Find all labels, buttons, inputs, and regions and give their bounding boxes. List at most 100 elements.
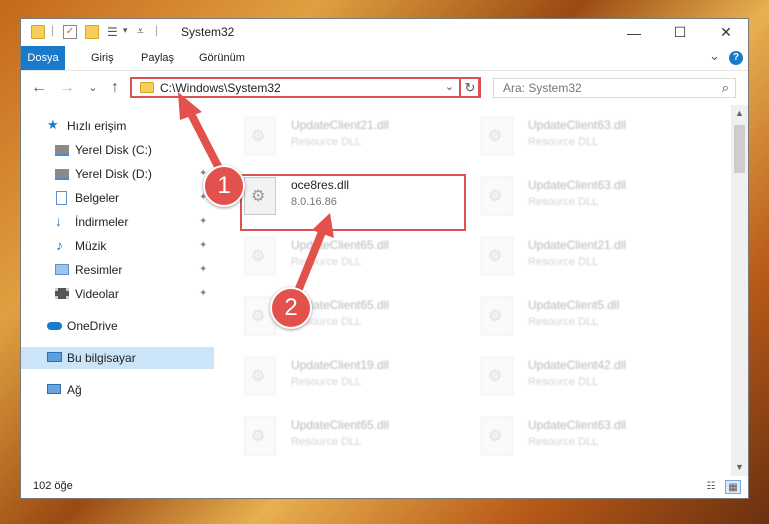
list-item[interactable]: ⚙ UpdateClient21.dll Resource DLL xyxy=(481,235,691,279)
dll-file-icon: ⚙ xyxy=(481,357,513,395)
close-button[interactable]: ✕ xyxy=(703,19,749,46)
refresh-button[interactable]: ↻ xyxy=(459,77,481,98)
view-options-dropdown-icon[interactable]: ▾ xyxy=(123,25,128,36)
sidebar-item-onedrive[interactable]: OneDrive xyxy=(21,315,214,337)
navigation-pane: ★ Hızlı erişim Yerel Disk (C:) Yerel Dis… xyxy=(21,105,214,475)
window-title: System32 xyxy=(181,25,235,39)
list-item[interactable]: ⚙ UpdateClient63.dll Resource DLL xyxy=(481,175,691,219)
details-view-icon[interactable]: ☷ xyxy=(703,480,719,494)
dll-file-icon: ⚙ xyxy=(244,237,276,275)
sidebar-item-local-disk-d[interactable]: Yerel Disk (D:) ✦ xyxy=(21,163,214,185)
scroll-thumb[interactable] xyxy=(734,125,745,173)
list-item[interactable]: ⚙ UpdateClient19.dll Resource DLL xyxy=(244,355,454,399)
documents-icon xyxy=(56,191,67,205)
list-item[interactable]: ⚙ UpdateClient21.dll Resource DLL xyxy=(244,115,454,159)
file-type: Resource DLL xyxy=(291,256,362,268)
status-bar: 102 öğe ☷ ▦ xyxy=(21,476,748,498)
large-icons-view-icon[interactable]: ▦ xyxy=(725,480,741,494)
back-button[interactable]: ← xyxy=(29,78,49,98)
list-item[interactable]: ⚙ UpdateClient63.dll Resource DLL xyxy=(481,115,691,159)
explorer-window: | ✓ ☰ ▾ ⩡ | System32 — ☐ ✕ Dosya Giriş P… xyxy=(20,18,749,499)
file-type: Resource DLL xyxy=(291,436,362,448)
drive-icon xyxy=(55,169,69,180)
file-name: UpdateClient65.dll xyxy=(291,238,390,252)
properties-icon[interactable]: ✓ xyxy=(63,25,77,39)
file-type: Resource DLL xyxy=(528,436,599,448)
recent-locations-button[interactable]: ⌄ xyxy=(83,78,103,98)
sidebar-item-videos[interactable]: Videolar ✦ xyxy=(21,283,214,305)
sidebar-item-music[interactable]: ♪ Müzik ✦ xyxy=(21,235,214,257)
minimize-button[interactable]: — xyxy=(611,19,657,46)
sidebar-item-label: Müzik xyxy=(75,239,107,253)
tab-file[interactable]: Dosya xyxy=(21,46,65,70)
help-icon[interactable]: ? xyxy=(729,51,743,65)
sidebar-item-label: Hızlı erişim xyxy=(67,119,127,133)
file-type: Resource DLL xyxy=(291,376,362,388)
address-bar[interactable]: C:\Windows\System32 ⌄ xyxy=(130,77,480,98)
search-input[interactable]: Ara: System32 ⌕ xyxy=(493,78,736,98)
sidebar-item-quick-access[interactable]: ★ Hızlı erişim xyxy=(21,115,214,137)
file-type: Resource DLL xyxy=(528,136,599,148)
sidebar-item-documents[interactable]: Belgeler ✦ xyxy=(21,187,214,209)
list-item[interactable]: ⚙ UpdateClient63.dll Resource DLL xyxy=(481,415,691,459)
folder-icon xyxy=(31,25,45,39)
file-type: Resource DLL xyxy=(291,136,362,148)
list-item[interactable]: ⚙ UpdateClient5.dll Resource DLL xyxy=(481,295,691,339)
tab-home[interactable]: Giriş xyxy=(81,46,124,70)
file-name: UpdateClient19.dll xyxy=(291,358,390,372)
sidebar-item-label: Yerel Disk (C:) xyxy=(75,143,152,157)
pin-icon[interactable]: ✦ xyxy=(199,211,207,233)
address-path[interactable]: C:\Windows\System32 xyxy=(160,81,281,95)
sidebar-item-network[interactable]: Ağ xyxy=(21,379,214,401)
maximize-button[interactable]: ☐ xyxy=(657,19,703,46)
sidebar-item-label: Videolar xyxy=(75,287,119,301)
videos-icon xyxy=(55,288,69,299)
tab-view[interactable]: Görünüm xyxy=(189,46,255,70)
dll-file-icon: ⚙ xyxy=(244,417,276,455)
network-icon xyxy=(47,384,61,394)
sidebar-item-local-disk-c[interactable]: Yerel Disk (C:) xyxy=(21,139,214,161)
forward-button[interactable]: → xyxy=(57,78,77,98)
file-name: UpdateClient65.dll xyxy=(291,418,390,432)
pin-icon[interactable]: ✦ xyxy=(199,235,207,257)
new-folder-icon[interactable] xyxy=(85,25,99,39)
sidebar-item-this-pc[interactable]: Bu bilgisayar xyxy=(21,347,214,369)
sidebar-item-label: İndirmeler xyxy=(75,215,129,229)
customize-quick-access-icon[interactable]: ⩡ xyxy=(137,24,144,39)
scroll-up-icon[interactable]: ▲ xyxy=(731,105,748,122)
address-dropdown-icon[interactable]: ⌄ xyxy=(445,80,454,93)
list-item[interactable]: ⚙ UpdateClient65.dll Resource DLL xyxy=(244,235,454,279)
highlight-frame xyxy=(240,174,466,231)
title-bar: | ✓ ☰ ▾ ⩡ | System32 — ☐ ✕ xyxy=(21,19,748,46)
cloud-icon xyxy=(47,322,62,330)
pin-icon[interactable]: ✦ xyxy=(199,259,207,281)
step-badge-1: 1 xyxy=(203,165,245,207)
separator: | xyxy=(155,23,159,37)
star-icon: ★ xyxy=(47,117,59,132)
file-type: Resource DLL xyxy=(528,316,599,328)
file-name: UpdateClient63.dll xyxy=(528,118,627,132)
navigation-bar: ← → ⌄ ↑ C:\Windows\System32 ⌄ ↻ Ara: Sys… xyxy=(21,71,748,105)
dll-file-icon: ⚙ xyxy=(481,177,513,215)
step-badge-2: 2 xyxy=(270,287,312,329)
sidebar-item-label: Yerel Disk (D:) xyxy=(75,167,152,181)
file-name: UpdateClient63.dll xyxy=(528,418,627,432)
list-item[interactable]: ⚙ UpdateClient65.dll Resource DLL xyxy=(244,415,454,459)
search-icon[interactable]: ⌕ xyxy=(722,80,729,96)
file-type: Resource DLL xyxy=(528,256,599,268)
file-name: UpdateClient5.dll xyxy=(528,298,620,312)
ribbon-expand-icon[interactable]: ⌄ xyxy=(709,48,720,64)
tab-share[interactable]: Paylaş xyxy=(131,46,184,70)
scroll-down-icon[interactable]: ▼ xyxy=(731,459,748,476)
vertical-scrollbar[interactable]: ▲ ▼ xyxy=(731,105,748,476)
up-button[interactable]: ↑ xyxy=(105,78,125,98)
view-options-icon[interactable]: ☰ xyxy=(107,25,121,39)
sidebar-item-pictures[interactable]: Resimler ✦ xyxy=(21,259,214,281)
file-name: UpdateClient42.dll xyxy=(528,358,627,372)
list-item[interactable]: ⚙ UpdateClient42.dll Resource DLL xyxy=(481,355,691,399)
pin-icon[interactable]: ✦ xyxy=(199,283,207,305)
sidebar-item-downloads[interactable]: ↓ İndirmeler ✦ xyxy=(21,211,214,233)
pictures-icon xyxy=(55,264,69,275)
dll-file-icon: ⚙ xyxy=(481,297,513,335)
sidebar-item-label: Bu bilgisayar xyxy=(67,351,136,365)
